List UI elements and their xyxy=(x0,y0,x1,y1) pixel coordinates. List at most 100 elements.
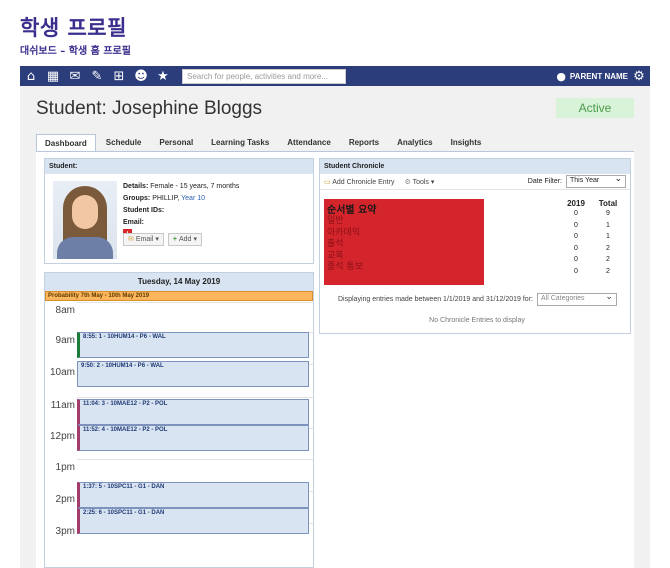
total-count: 9 xyxy=(606,210,610,217)
displaying-text: Displaying entries made between 1/1/2019… xyxy=(338,296,533,303)
chevron-down-icon: ▾ xyxy=(193,236,197,243)
home-icon[interactable]: ⌂ xyxy=(20,66,42,86)
plus-icon: + xyxy=(172,236,177,243)
status-badge: Active xyxy=(556,98,634,118)
calendar-banner[interactable]: Probability 7th May - 10th May 2019 xyxy=(45,291,313,301)
total-count: 2 xyxy=(606,267,610,275)
calendar-event[interactable]: 11:52: 4 - 10MAE12 - P2 - POL xyxy=(77,425,309,451)
chronicle-toolbar: ▭ Add Chronicle Entry ⚙ Tools ▾ Date Fil… xyxy=(320,174,630,190)
tools-menu[interactable]: ⚙ Tools ▾ xyxy=(404,178,434,186)
groups-value: PHILLIP, xyxy=(152,195,180,202)
summary-title: 순서별 요약 xyxy=(327,205,377,216)
date-filter-label: Date Filter: xyxy=(527,178,562,185)
gear-icon[interactable]: ⚙ xyxy=(628,69,650,84)
calendar-icon[interactable]: ▦ xyxy=(42,66,64,86)
calendar-event[interactable]: 9:50: 2 - 10HUM14 - P6 - WAL xyxy=(77,361,309,387)
tools-label: Tools xyxy=(412,178,429,186)
chronicle-counts: 2019 Total 0 9 0 1 0 1 0 2 0 2 0 2 xyxy=(560,199,624,277)
empty-message: No Chronicle Entries to display xyxy=(429,317,525,324)
email-button[interactable]: ✉ Email ▾ xyxy=(123,233,164,246)
student-panel: Student: Details: Female - 15 years, 7 m… xyxy=(44,158,314,264)
category-select[interactable]: All Categories xyxy=(536,292,617,306)
calendar-event[interactable]: 8:55: 1 - 10HUM14 - P6 - WAL xyxy=(77,332,309,358)
total-count: 2 xyxy=(606,244,610,252)
calendar-panel: Tuesday, 14 May 2019 Probability 7th May… xyxy=(44,272,314,568)
calendar-event[interactable]: 11:04: 3 - 10MAE12 - P2 - POL xyxy=(77,399,309,425)
displaying-row: Displaying entries made between 1/1/2019… xyxy=(324,292,630,306)
year-count: 0 xyxy=(574,233,578,240)
date-filter-select[interactable]: This Year xyxy=(566,174,626,188)
tab-dashboard[interactable]: Dashboard xyxy=(36,134,96,152)
student-actions: ✉ Email ▾ + Add ▾ xyxy=(123,233,202,246)
calendar-event[interactable]: 1:37: 5 - 10SPC11 - G1 - DAN xyxy=(77,482,309,508)
chevron-down-icon: ▾ xyxy=(155,236,159,243)
add-button[interactable]: + Add ▾ xyxy=(167,233,202,246)
search-input[interactable]: Search for people, activities and more..… xyxy=(182,68,346,84)
student-ids-label: Student IDs: xyxy=(123,207,165,214)
year-count: 0 xyxy=(574,244,578,252)
category-row[interactable]: 출석 xyxy=(324,239,484,251)
tab-analytics[interactable]: Analytics xyxy=(389,134,441,152)
category-row[interactable]: 종석 통보 xyxy=(324,262,484,274)
tab-bar: Dashboard Schedule Personal Learning Tas… xyxy=(36,134,491,152)
category-row[interactable]: 아카데믹 xyxy=(324,228,484,240)
page-title: 학생 프로필 xyxy=(20,16,127,40)
student-name: Student: Josephine Bloggs xyxy=(36,98,263,119)
details-label: Details: xyxy=(123,183,149,190)
year-count: 0 xyxy=(574,267,578,275)
calendar-grid: 8am 9am 10am 11am 12pm 1pm 2pm 3pm 8:55:… xyxy=(45,302,313,567)
groups-label: Groups: xyxy=(123,195,151,202)
year-count: 0 xyxy=(574,210,578,217)
user-menu[interactable]: ● PARENT NAME xyxy=(556,70,628,83)
hour-label: 12pm xyxy=(49,431,75,442)
year-count: 0 xyxy=(574,256,578,263)
add-chronicle-entry-button[interactable]: ▭ Add Chronicle Entry xyxy=(324,178,394,186)
hour-label: 9am xyxy=(55,335,75,346)
calendar-event[interactable]: 2:25: 6 - 10SPC11 - G1 - DAN xyxy=(77,508,309,534)
tab-personal[interactable]: Personal xyxy=(151,134,201,152)
chronicle-title: Student Chronicle xyxy=(320,159,630,174)
student-details: Details: Female - 15 years, 7 months Gro… xyxy=(123,181,239,241)
gear-icon: ⚙ xyxy=(404,178,411,186)
hour-label: 11am xyxy=(50,400,75,411)
add-chronicle-entry-label: Add Chronicle Entry xyxy=(332,178,395,186)
star-icon[interactable]: ★ xyxy=(152,66,174,86)
groups-link[interactable]: Year 10 xyxy=(181,195,205,202)
user-icon: ● xyxy=(556,69,566,83)
note-icon: ▭ xyxy=(324,178,331,186)
top-navbar: ⌂ ▦ ✉ ✎ ⊞ ☻ ★ Search for people, activit… xyxy=(20,66,650,86)
total-count: 1 xyxy=(606,221,610,229)
year-column-header: 2019 xyxy=(567,199,585,208)
hour-label: 2pm xyxy=(55,494,75,505)
chronicle-summary: 순서별 요약 일반 아카데믹 출석 교복 종석 통보 xyxy=(324,199,484,285)
envelope-icon: ✉ xyxy=(128,236,134,243)
tab-schedule[interactable]: Schedule xyxy=(98,134,150,152)
pencil-icon[interactable]: ✎ xyxy=(86,66,108,86)
calendar-date: Tuesday, 14 May 2019 xyxy=(45,273,313,291)
tab-insights[interactable]: Insights xyxy=(443,134,490,152)
student-panel-title: Student: xyxy=(45,159,313,174)
year-count: 0 xyxy=(574,221,578,229)
category-row[interactable]: 교복 xyxy=(324,251,484,263)
details-value: Female - 15 years, 7 months xyxy=(150,183,240,190)
dashboard-body: Student: Details: Female - 15 years, 7 m… xyxy=(36,152,634,568)
add-button-label: Add xyxy=(179,236,192,243)
grid-icon[interactable]: ⊞ xyxy=(108,66,130,86)
email-label: Email: xyxy=(123,219,145,226)
total-count: 2 xyxy=(606,256,610,263)
page-subtitle: 대쉬보드 – 학생 홈 프로필 xyxy=(20,46,131,57)
total-column-header: Total xyxy=(598,199,618,208)
total-count: 1 xyxy=(606,233,610,240)
hour-label: 10am xyxy=(49,367,75,378)
date-filter: Date Filter: This Year xyxy=(527,174,626,188)
mail-icon[interactable]: ✉ xyxy=(64,66,86,86)
chronicle-panel: Student Chronicle ▭ Add Chronicle Entry … xyxy=(319,158,631,334)
user-name: PARENT NAME xyxy=(569,71,628,81)
hour-label: 1pm xyxy=(55,462,75,473)
tab-attendance[interactable]: Attendance xyxy=(279,134,339,152)
category-row[interactable]: 일반 xyxy=(324,216,484,228)
tab-reports[interactable]: Reports xyxy=(341,134,387,152)
tab-learning-tasks[interactable]: Learning Tasks xyxy=(203,134,277,152)
people-icon[interactable]: ☻ xyxy=(130,66,152,86)
hour-label: 3pm xyxy=(55,526,75,537)
